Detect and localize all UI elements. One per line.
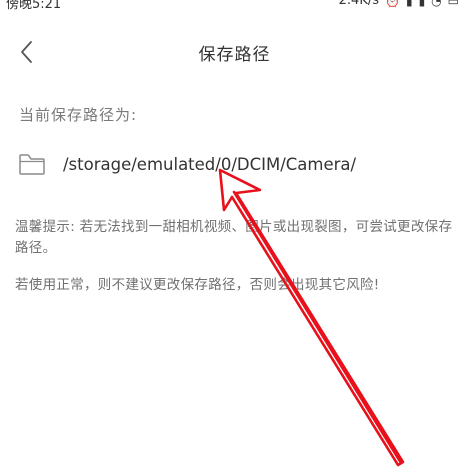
folder-icon — [19, 154, 45, 175]
hint-text-2: 若使用正常，则不建议更改保存路径，否则会出现其它风险! — [15, 277, 380, 293]
screen: 傍晚5:21 2.4K/s ⏰ ▮ ▮ ◔ ▭ 保存路径 当前保存路径为: /s… — [0, 0, 469, 467]
hint-text-1: 温馨提示: 若无法找到一甜相机视频、图片或出现裂图，可尝试更改保存路径。 — [15, 219, 453, 256]
status-bar: 傍晚5:21 2.4K/s ⏰ ▮ ▮ ◔ ▭ — [0, 0, 469, 12]
save-path-row[interactable]: /storage/emulated/0/DCIM/Camera/ — [18, 146, 458, 182]
arrow-outline — [218, 168, 405, 467]
wifi-icon: ◔ — [431, 0, 442, 8]
divider — [0, 198, 469, 206]
network-speed: 2.4K/s — [338, 0, 379, 8]
status-right: 2.4K/s ⏰ ▮ ▮ ◔ ▭ — [339, 0, 459, 8]
save-path-text: /storage/emulated/0/DCIM/Camera/ — [63, 154, 357, 174]
status-time: 傍晚5:21 — [6, 0, 62, 12]
header: 保存路径 — [0, 30, 469, 74]
page-title: 保存路径 — [198, 45, 271, 65]
section-label: 当前保存路径为: — [19, 106, 138, 124]
alarm-icon: ⏰ — [385, 0, 400, 8]
signal-icon: ▮ — [405, 0, 413, 8]
battery-icon: ▭ — [447, 0, 459, 8]
signal-icon-2: ▮ — [418, 0, 426, 8]
